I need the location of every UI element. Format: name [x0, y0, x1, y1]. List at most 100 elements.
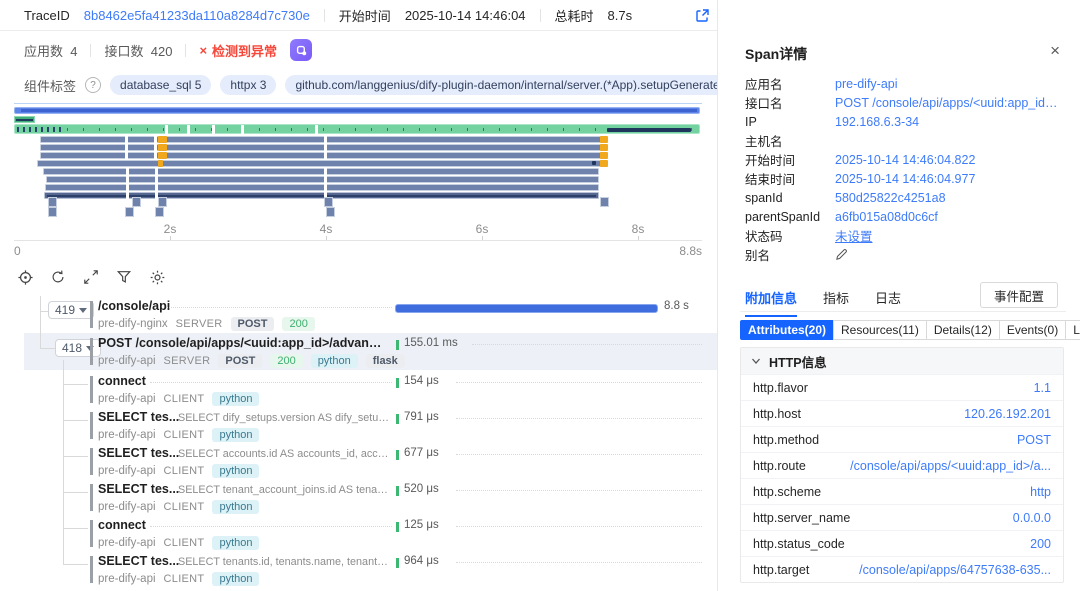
- span-duration-bar: [395, 304, 658, 313]
- waterfall-toolbar: [16, 266, 166, 288]
- span-duration: 155.01 ms: [404, 337, 458, 349]
- status-code-link[interactable]: 未设置: [835, 226, 1060, 245]
- field-value-link[interactable]: pre-dify-api: [835, 77, 1060, 91]
- sql-preview: SELECT accounts.id AS accounts_id, accou…: [178, 448, 392, 460]
- filter-icon[interactable]: [115, 268, 133, 286]
- ai-assistant-button[interactable]: [290, 39, 312, 61]
- span-duration: 964 μs: [404, 555, 439, 567]
- field-row: 结束时间2025-10-14 14:46:04.977: [745, 169, 1060, 188]
- language-pill: python: [212, 428, 259, 442]
- span-duration: 8.8 s: [664, 300, 689, 312]
- language-pill: python: [212, 536, 259, 550]
- tab-separator: [740, 311, 1066, 312]
- method-pill: POST: [231, 317, 275, 331]
- axis-start-label: 0: [14, 244, 21, 258]
- span-row-select-query[interactable]: SELECT tes... SELECT dify_setups.version…: [0, 409, 717, 445]
- trace-minimap[interactable]: [14, 103, 702, 215]
- span-row-select-query[interactable]: SELECT tes... SELECT accounts.id AS acco…: [0, 445, 717, 481]
- attribute-value-link[interactable]: /console/api/apps/<uuid:app_id>/a...: [850, 459, 1051, 473]
- http-info-section-header[interactable]: HTTP信息: [741, 348, 1063, 374]
- duration-marker: [396, 558, 399, 568]
- trace-header: TraceID 8b8462e5fa41233da110a8284d7c730e…: [0, 0, 717, 30]
- span-title: SELECT tes...: [98, 482, 179, 496]
- subtab-links[interactable]: Links(0): [1065, 320, 1080, 340]
- sql-preview: SELECT tenants.id, tenants.name, tenants…: [178, 556, 392, 568]
- attribute-value-link[interactable]: http: [1030, 485, 1051, 499]
- duration-marker: [396, 414, 399, 424]
- field-row: spanId580d25822c4251a8: [745, 188, 1060, 207]
- axis-tick-label: 2s: [164, 222, 177, 236]
- api-count: 接口数 420: [104, 41, 172, 60]
- attribute-value-link[interactable]: POST: [1017, 433, 1051, 447]
- span-kind: SERVER: [176, 318, 223, 330]
- span-app: pre-dify-nginx: [98, 318, 168, 330]
- axis-tick-label: 8s: [632, 222, 645, 236]
- status-pill: 200: [282, 317, 314, 331]
- attribute-value-link[interactable]: 200: [1030, 537, 1051, 551]
- duration-marker: [396, 522, 399, 532]
- tag-pill-invoke-rerank[interactable]: github.com/langgenius/dify-plugin-daemon…: [285, 75, 717, 95]
- expand-icon[interactable]: [82, 268, 100, 286]
- divider: [540, 9, 541, 22]
- span-row-select-query[interactable]: SELECT tes... SELECT tenants.id, tenants…: [0, 553, 717, 589]
- http-info-table: HTTP信息 http.flavor1.1 http.host120.26.19…: [740, 347, 1064, 583]
- field-value-link[interactable]: POST /console/api/apps/<uuid:app_id>/...: [835, 96, 1060, 110]
- language-pill: python: [212, 464, 259, 478]
- span-row-selected[interactable]: POST /console/api/apps/<uuid:app_id>/adv…: [0, 335, 717, 371]
- field-value-link[interactable]: 192.168.6.3-34: [835, 115, 1060, 129]
- header-divider: [0, 30, 717, 31]
- tab-extra-info[interactable]: 附加信息: [745, 288, 797, 317]
- field-value-link[interactable]: 2025-10-14 14:46:04.822: [835, 153, 1060, 167]
- help-icon[interactable]: ?: [85, 77, 101, 93]
- span-title: POST /console/api/apps/<uuid:app_id>/adv…: [98, 336, 386, 350]
- field-row: IP192.168.6.3-34: [745, 112, 1060, 131]
- component-tags-label: 组件标签: [24, 76, 76, 95]
- field-value-link[interactable]: 2025-10-14 14:46:04.977: [835, 172, 1060, 186]
- timeline-axis: 2s 4s 6s 8s 0 8.8s: [14, 222, 702, 260]
- span-kind: CLIENT: [164, 465, 205, 477]
- event-config-button[interactable]: 事件配置: [980, 282, 1058, 308]
- span-row-select-query[interactable]: SELECT tes... SELECT tenant_account_join…: [0, 481, 717, 517]
- attribute-value-link[interactable]: /console/api/apps/64757638-635...: [859, 563, 1051, 577]
- panel-tabs: 附加信息 指标 日志: [745, 288, 901, 317]
- span-row-console-api[interactable]: /console/api 8.8 s pre-dify-nginx SERVER…: [0, 298, 717, 334]
- attribute-value-link[interactable]: 0.0.0.0: [1013, 511, 1051, 525]
- close-icon[interactable]: ×: [1050, 42, 1060, 59]
- duration-marker: [396, 450, 399, 460]
- span-kind: CLIENT: [164, 393, 205, 405]
- duration-marker: [396, 378, 399, 388]
- tab-metrics[interactable]: 指标: [823, 288, 849, 317]
- span-detail-panel: Span详情 × 应用名pre-dify-api 接口名POST /consol…: [717, 0, 1080, 591]
- field-row: 别名: [745, 245, 1060, 264]
- anomaly-detected-badge[interactable]: × 检测到异常: [199, 41, 277, 60]
- attribute-row: http.host120.26.192.201: [741, 400, 1063, 426]
- field-row: 应用名pre-dify-api: [745, 74, 1060, 93]
- subtab-events[interactable]: Events(0): [999, 320, 1066, 340]
- span-row-connect[interactable]: connect 125 μs pre-dify-api CLIENT pytho…: [0, 517, 717, 553]
- edit-alias-icon[interactable]: [835, 248, 848, 261]
- locate-target-icon[interactable]: [16, 268, 34, 286]
- stats-row: 应用数 4 接口数 420 × 检测到异常: [0, 38, 717, 62]
- field-value-link[interactable]: 580d25822c4251a8: [835, 191, 1060, 205]
- minimap-span-bar: [37, 160, 602, 167]
- field-row: 状态码未设置: [745, 226, 1060, 245]
- attribute-value-link[interactable]: 120.26.192.201: [964, 407, 1051, 421]
- span-row-connect[interactable]: connect 154 μs pre-dify-api CLIENT pytho…: [0, 373, 717, 409]
- minimap-span-bar: [14, 116, 35, 123]
- field-value-link[interactable]: a6fb015a08d0c6cf: [835, 210, 1060, 224]
- subtab-resources[interactable]: Resources(11): [833, 320, 927, 340]
- attribute-value-link[interactable]: 1.1: [1034, 381, 1051, 395]
- refresh-icon[interactable]: [49, 268, 67, 286]
- settings-gear-icon[interactable]: [148, 268, 166, 286]
- attribute-row: http.server_name0.0.0.0: [741, 504, 1063, 530]
- component-tags-row: 组件标签 ? database_sql 5 httpx 3 github.com…: [0, 72, 717, 98]
- trace-id-label: TraceID: [24, 8, 70, 23]
- tag-pill-database-sql[interactable]: database_sql 5: [110, 75, 211, 95]
- trace-id-value[interactable]: 8b8462e5fa41233da110a8284d7c730e: [84, 8, 310, 23]
- subtab-details[interactable]: Details(12): [926, 320, 1000, 340]
- attribute-row: http.schemehttp: [741, 478, 1063, 504]
- open-external-icon[interactable]: [695, 8, 710, 26]
- tag-pill-httpx[interactable]: httpx 3: [220, 75, 276, 95]
- subtab-attributes[interactable]: Attributes(20): [740, 320, 834, 340]
- tab-logs[interactable]: 日志: [875, 288, 901, 317]
